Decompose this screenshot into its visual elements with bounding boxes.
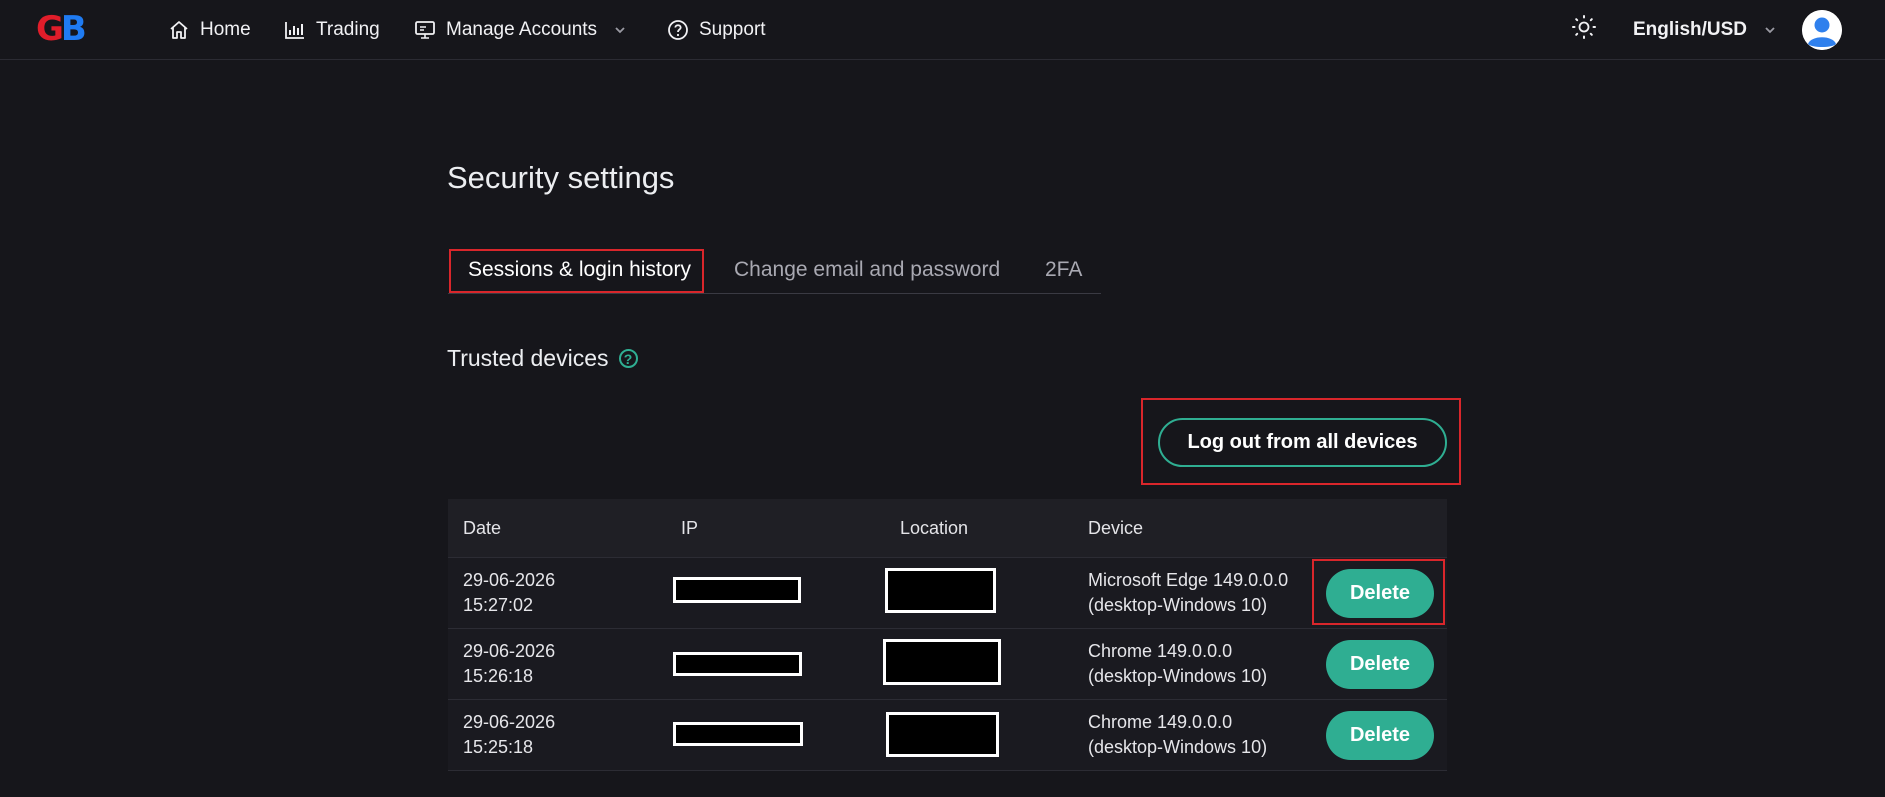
date-cell: 29-06-2026 15:27:02 [463,558,555,628]
user-icon [1802,10,1842,50]
device-cell: Microsoft Edge 149.0.0.0 (desktop-Window… [1088,558,1288,628]
nav-home[interactable]: Home [168,0,251,59]
device-cell: Chrome 149.0.0.0 (desktop-Windows 10) [1088,629,1267,699]
top-navigation-bar: GB Home Trading Manage Accounts Support [0,0,1885,60]
device-name: Chrome 149.0.0.0 [1088,641,1233,661]
help-circle-icon [667,19,689,41]
session-date: 29-06-2026 [463,641,556,661]
date-cell: 29-06-2026 15:26:18 [463,629,555,699]
highlight-box-tab [449,249,704,293]
nav-support[interactable]: Support [667,0,766,59]
tab-change-email-password[interactable]: Change email and password [734,248,1000,292]
column-header-location: Location [900,517,969,538]
delete-session-button[interactable]: Delete [1326,711,1434,760]
redacted-location [886,712,999,757]
language-label: English/USD [1633,18,1748,40]
chart-icon [284,19,306,41]
logo-letter-g: G [36,9,64,49]
column-header-ip: IP [681,517,699,538]
user-avatar[interactable] [1802,10,1842,50]
redacted-location [885,568,996,613]
trusted-devices-heading: Trusted devices ? [447,345,638,372]
chevron-down-icon [613,23,627,37]
nav-manage-accounts-label: Manage Accounts [446,18,598,40]
device-os: (desktop-Windows 10) [1088,595,1268,615]
sun-icon [1571,14,1597,45]
brand-logo[interactable]: GB [36,9,87,49]
trusted-devices-title: Trusted devices [447,345,609,371]
date-cell: 29-06-2026 15:25:18 [463,700,555,770]
table-row: 29-06-2026 15:27:02 Microsoft Edge 149.0… [448,558,1447,629]
session-time: 15:27:02 [463,595,534,615]
column-header-date: Date [463,517,502,538]
page-title: Security settings [447,160,675,195]
logout-all-devices-button[interactable]: Log out from all devices [1158,418,1447,467]
redacted-ip [673,652,802,676]
redacted-ip [673,577,801,603]
nav-support-label: Support [699,18,766,40]
table-row: 29-06-2026 15:26:18 Chrome 149.0.0.0 (de… [448,629,1447,700]
chevron-down-icon [1763,23,1777,37]
table-header: Date IP Location Device [448,499,1447,558]
redacted-location [883,639,1001,685]
device-os: (desktop-Windows 10) [1088,666,1268,686]
question-icon[interactable]: ? [618,349,638,368]
nav-home-label: Home [200,18,251,40]
session-time: 15:26:18 [463,666,534,686]
table-row: 29-06-2026 15:25:18 Chrome 149.0.0.0 (de… [448,700,1447,771]
column-header-device: Device [1088,517,1144,538]
tab-2fa[interactable]: 2FA [1045,248,1082,292]
session-date: 29-06-2026 [463,712,556,732]
device-name: Microsoft Edge 149.0.0.0 [1088,570,1289,590]
logo-letter-b: B [60,9,87,49]
redacted-ip [673,722,803,746]
nav-manage-accounts[interactable]: Manage Accounts [414,0,627,59]
nav-trading[interactable]: Trading [284,0,380,59]
device-os: (desktop-Windows 10) [1088,737,1268,757]
sessions-table: Date IP Location Device 29-06-2026 15:27… [448,499,1447,771]
session-time: 15:25:18 [463,737,534,757]
device-name: Chrome 149.0.0.0 [1088,712,1233,732]
delete-session-button[interactable]: Delete [1326,640,1434,689]
nav-trading-label: Trading [316,18,380,40]
theme-toggle[interactable] [1571,0,1597,59]
highlight-box-delete [1312,559,1445,625]
home-icon [168,19,190,41]
device-cell: Chrome 149.0.0.0 (desktop-Windows 10) [1088,700,1267,770]
session-date: 29-06-2026 [463,570,556,590]
language-currency-selector[interactable]: English/USD [1633,0,1777,59]
monitor-icon [414,19,436,41]
